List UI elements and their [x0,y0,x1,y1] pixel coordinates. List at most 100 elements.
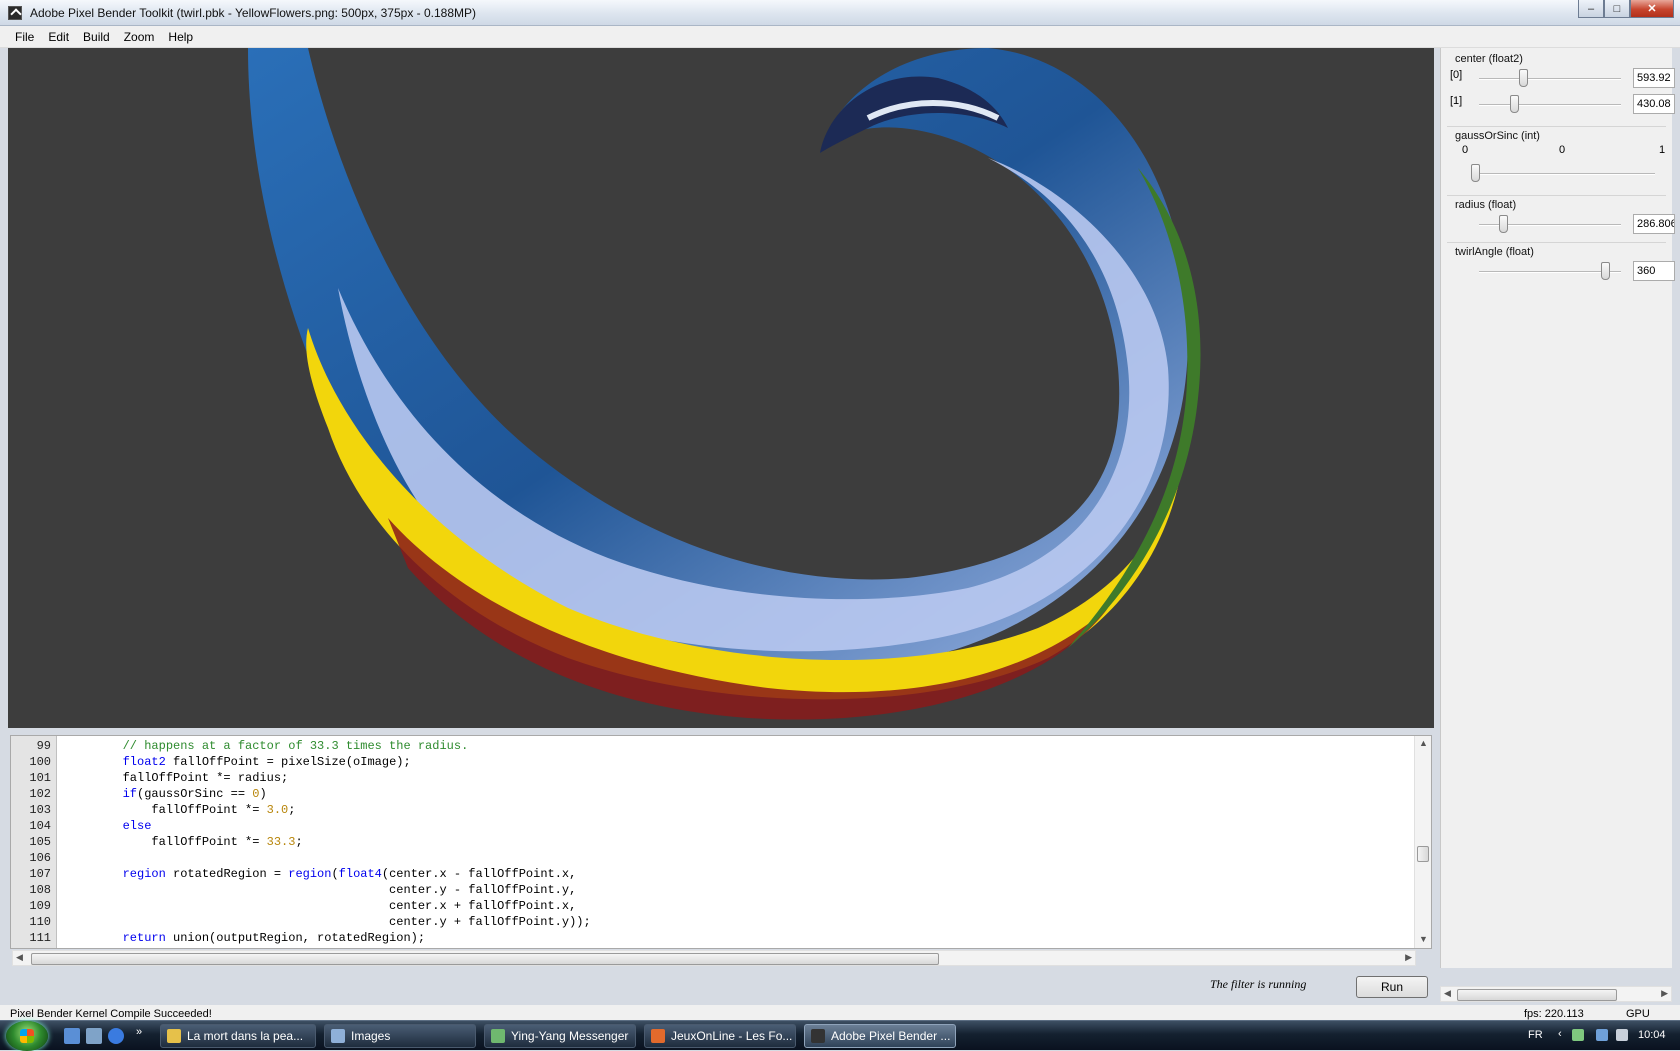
code-text: center.x + fallOffPoint.x, [65,899,577,913]
editor-vscroll-thumb[interactable] [1417,846,1429,862]
code-text: fallOffPoint *= 33.3; [65,835,303,849]
quicklaunch-overflow-icon[interactable]: » [136,1026,142,1038]
task-4-label: Adobe Pixel Bender ... [831,1029,951,1043]
twirlangle-value-field[interactable]: 360 [1633,261,1675,281]
code-text: fallOffPoint *= radius; [65,771,289,785]
menu-help[interactable]: Help [161,30,200,44]
tray-expand-icon[interactable]: ‹ [1558,1028,1562,1040]
task-3-label: JeuxOnLine - Les Fo... [671,1029,793,1043]
center-1-slider-thumb[interactable] [1509,95,1519,113]
taskbar-item-4[interactable]: Adobe Pixel Bender ... [804,1024,956,1048]
twirlangle-slider-track[interactable] [1479,271,1621,273]
code-line[interactable]: 106 [11,850,1413,866]
gaussorsinc-slider-thumb[interactable] [1471,164,1480,182]
param-center-0-row: [0] 593.92 [1447,66,1675,92]
scroll-left-icon[interactable]: ◀ [16,952,23,963]
run-status-text: The filter is running [1210,977,1307,991]
gaussorsinc-current-label: 0 [1559,144,1566,156]
code-line[interactable]: 102 if(gaussOrSinc == 0) [11,786,1413,802]
param-twirlangle: twirlAngle (float) 360 [1447,242,1675,285]
params-scroll-right-icon[interactable]: ▶ [1661,988,1668,999]
code-text: center.y - fallOffPoint.y, [65,883,577,897]
code-editor[interactable]: 99 // happens at a factor of 33.3 times … [10,735,1432,949]
line-number: 107 [29,867,51,881]
center-1-slider-track[interactable] [1479,104,1621,106]
menu-zoom[interactable]: Zoom [117,30,162,44]
internet-explorer-icon[interactable] [108,1028,124,1044]
menu-build[interactable]: Build [76,30,117,44]
line-number: 105 [29,835,51,849]
code-line[interactable]: 104 else [11,818,1413,834]
radius-slider-thumb[interactable] [1498,215,1508,233]
taskbar-item-2[interactable]: Ying-Yang Messenger [484,1024,636,1048]
minimize-button[interactable]: – [1578,0,1604,18]
line-number: 110 [29,915,51,929]
editor-horizontal-scrollbar[interactable]: ◀ ▶ [12,950,1416,966]
taskbar-item-3[interactable]: JeuxOnLine - Les Fo... [644,1024,796,1048]
param-center-1-index: [1] [1450,95,1463,107]
param-center-1-row: [1] 430.08 [1447,92,1675,118]
language-indicator[interactable]: FR [1528,1029,1543,1041]
network-tray-icon[interactable] [1596,1029,1608,1041]
taskbar-item-0[interactable]: La mort dans la pea... [160,1024,316,1048]
gaussorsinc-slider-track[interactable] [1471,173,1655,175]
radius-value-field[interactable]: 286.806 [1633,214,1675,234]
line-number: 100 [29,755,51,769]
editor-vertical-scrollbar[interactable]: ▲ ▼ [1414,736,1431,948]
clock[interactable]: 10:04 [1638,1029,1666,1041]
scroll-up-icon[interactable]: ▲ [1419,738,1428,748]
code-line[interactable]: 109 center.x + fallOffPoint.x, [11,898,1413,914]
code-text: region rotatedRegion = region(float4(cen… [122,867,577,881]
code-line[interactable]: 110 center.y + fallOffPoint.y)); [11,914,1413,930]
center-0-value-field[interactable]: 593.92 [1633,68,1675,88]
center-0-slider-thumb[interactable] [1518,69,1528,87]
code-text: if(gaussOrSinc == 0) [122,787,267,801]
scroll-down-icon[interactable]: ▼ [1419,934,1428,944]
volume-tray-icon[interactable] [1616,1029,1628,1041]
param-gaussorsinc: gaussOrSinc (int) 0 0 1 [1447,126,1666,189]
code-line[interactable]: 103 fallOffPoint *= 3.0; [11,802,1413,818]
twirlangle-slider-thumb[interactable] [1601,262,1611,280]
code-line[interactable]: 105 fallOffPoint *= 33.3; [11,834,1413,850]
line-number: 108 [29,883,51,897]
params-horizontal-scrollbar[interactable]: ◀ ▶ [1440,986,1672,1002]
switch-windows-icon[interactable] [86,1028,102,1044]
run-button[interactable]: Run [1356,976,1428,998]
code-line[interactable]: 107 region rotatedRegion = region(float4… [11,866,1413,882]
image-canvas[interactable] [8,48,1434,728]
code-line[interactable]: 111 return union(outputRegion, rotatedRe… [11,930,1413,946]
param-radius-row: 286.806 [1447,212,1675,238]
center-0-slider-track[interactable] [1479,78,1621,80]
show-desktop-icon[interactable] [64,1028,80,1044]
parameters-panel: center (float2) [0] 593.92 [1] 430.08 ga… [1440,48,1675,968]
start-button[interactable] [6,1021,48,1051]
params-scroll-left-icon[interactable]: ◀ [1444,988,1451,999]
scroll-right-icon[interactable]: ▶ [1405,952,1412,963]
messenger-tray-icon[interactable] [1572,1029,1584,1041]
close-button[interactable]: ✕ [1630,0,1674,18]
center-1-value-field[interactable]: 430.08 [1633,94,1675,114]
param-center: center (float2) [0] 593.92 [1] 430.08 [1447,50,1675,118]
code-line[interactable]: 99 // happens at a factor of 33.3 times … [11,738,1413,754]
line-number: 104 [29,819,51,833]
code-text: else [122,819,152,833]
params-hscroll-thumb[interactable] [1457,989,1617,1001]
task-1-label: Images [351,1029,391,1043]
code-line[interactable]: 101 fallOffPoint *= radius; [11,770,1413,786]
code-line[interactable]: 100 float2 fallOffPoint = pixelSize(oIma… [11,754,1413,770]
window-title: Adobe Pixel Bender Toolkit (twirl.pbk - … [30,6,477,20]
code-text: return union(outputRegion, rotatedRegion… [122,931,426,945]
maximize-button[interactable]: □ [1604,0,1630,18]
param-twirlangle-title: twirlAngle (float) [1455,246,1534,258]
param-radius-title: radius (float) [1455,199,1517,211]
editor-hscroll-thumb[interactable] [31,953,939,965]
line-number: 102 [29,787,51,801]
menu-edit[interactable]: Edit [41,30,76,44]
menu-file[interactable]: File [8,30,41,44]
taskbar-item-1[interactable]: Images [324,1024,476,1048]
task-3-icon [651,1029,665,1043]
task-0-label: La mort dans la pea... [187,1029,304,1043]
code-area[interactable]: 99 // happens at a factor of 33.3 times … [11,738,1413,946]
code-line[interactable]: 108 center.y - fallOffPoint.y, [11,882,1413,898]
